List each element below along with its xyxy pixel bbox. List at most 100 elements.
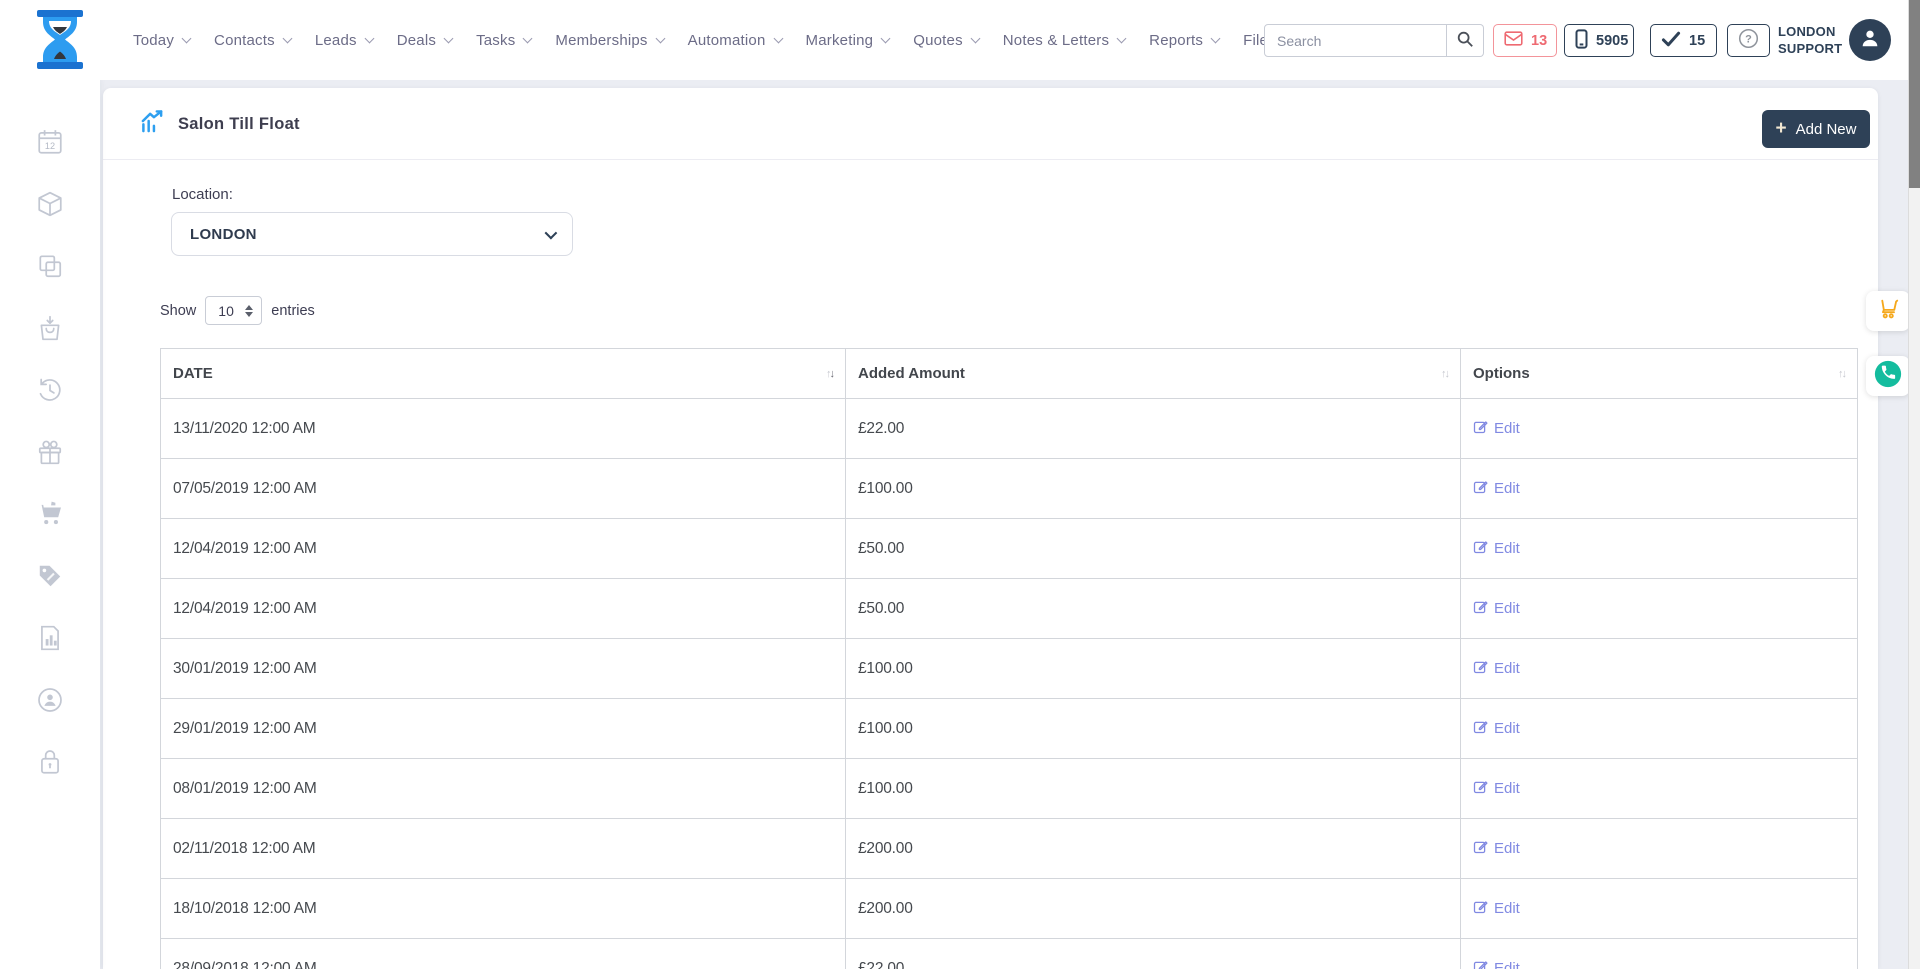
tasks-badge[interactable]: 15 [1650,24,1717,57]
stepper-arrows-icon [245,305,253,317]
nav-item-notes-letters[interactable]: Notes & Letters [1003,32,1125,49]
row-date: 13/11/2020 12:00 AM [161,399,846,459]
nav-item-label: Reports [1149,32,1203,49]
sidebar-item-account[interactable] [36,686,64,714]
chevron-down-icon [773,33,783,43]
chart-trending-up-icon [140,110,165,138]
nav-item-label: Deals [397,32,436,49]
tasks-count: 15 [1689,33,1705,49]
app-logo-hourglass-icon[interactable] [33,9,87,70]
calls-badge[interactable]: 5905 [1564,24,1634,57]
edit-pencil-icon [1473,659,1488,678]
column-header-label: Options [1473,365,1530,382]
edit-button[interactable]: Edit [1473,959,1520,969]
chevron-down-icon [1117,33,1127,43]
row-amount: £22.00 [846,939,1461,969]
edit-button[interactable]: Edit [1473,479,1520,498]
row-date: 30/01/2019 12:00 AM [161,639,846,699]
edit-link-label: Edit [1494,900,1520,917]
floating-phone-button[interactable] [1866,356,1910,396]
sidebar-item-history[interactable] [36,376,64,404]
nav-item-marketing[interactable]: Marketing [806,32,890,49]
column-header-options[interactable]: Options ↑↓ [1461,349,1858,399]
salon-till-float-card: Salon Till Float + Add New Location: LON… [103,88,1878,969]
chevron-down-icon [364,33,374,43]
till-float-table: DATE ↑↓ Added Amount ↑↓ Options ↑↓ 13/11… [160,348,1858,969]
edit-button[interactable]: Edit [1473,899,1520,918]
nav-item-label: Automation [688,32,766,49]
nav-item-label: Marketing [806,32,874,49]
page-scrollbar[interactable] [1908,0,1920,969]
row-date: 28/09/2018 12:00 AM [161,939,846,969]
question-icon: ? [1738,28,1759,53]
row-amount: £100.00 [846,759,1461,819]
column-header-added-amount[interactable]: Added Amount ↑↓ [846,349,1461,399]
edit-button[interactable]: Edit [1473,419,1520,438]
row-amount: £50.00 [846,579,1461,639]
nav-item-deals[interactable]: Deals [397,32,452,49]
edit-pencil-icon [1473,779,1488,798]
chevron-down-icon [282,33,292,43]
row-amount: £200.00 [846,819,1461,879]
nav-item-leads[interactable]: Leads [315,32,373,49]
row-amount: £100.00 [846,459,1461,519]
row-date: 02/11/2018 12:00 AM [161,819,846,879]
nav-item-reports[interactable]: Reports [1149,32,1219,49]
location-select[interactable]: LONDON [171,212,573,256]
nav-item-quotes[interactable]: Quotes [913,32,979,49]
floating-cart-button[interactable] [1866,291,1910,331]
edit-button[interactable]: Edit [1473,659,1520,678]
chevron-down-icon [1211,33,1221,43]
search-button[interactable] [1447,24,1484,57]
search-input[interactable] [1264,24,1447,57]
nav-item-label: Notes & Letters [1003,32,1109,49]
edit-link-label: Edit [1494,600,1520,617]
nav-item-label: Today [133,32,174,49]
edit-button[interactable]: Edit [1473,779,1520,798]
sort-icon: ↑↓ [1838,368,1845,380]
nav-item-contacts[interactable]: Contacts [214,32,291,49]
edit-pencil-icon [1473,539,1488,558]
sidebar-item-pricing[interactable] [36,562,64,590]
sidebar-item-products[interactable] [36,190,64,218]
sidebar-item-cart[interactable] [36,500,64,528]
sidebar-item-purchase-receive[interactable] [36,314,64,342]
scrollbar-thumb[interactable] [1909,0,1920,188]
page-size-select[interactable]: 10 [205,296,262,325]
edit-button[interactable]: Edit [1473,599,1520,618]
column-header-date[interactable]: DATE ↑↓ [161,349,846,399]
messages-badge[interactable]: 13 [1493,24,1557,57]
nav-item-label: Memberships [555,32,647,49]
nav-item-tasks[interactable]: Tasks [476,32,531,49]
edit-link-label: Edit [1494,840,1520,857]
sidebar-item-security[interactable] [36,748,64,776]
sidebar-item-reports[interactable] [36,624,64,652]
sidebar-item-gift-cards[interactable] [36,438,64,466]
table-row: 18/10/2018 12:00 AM £200.00 Edit [161,879,1858,939]
chevron-down-icon [545,226,558,239]
nav-item-automation[interactable]: Automation [688,32,782,49]
table-row: 12/04/2019 12:00 AM £50.00 Edit [161,579,1858,639]
edit-button[interactable]: Edit [1473,719,1520,738]
left-sidebar: 12 [0,80,100,969]
row-date: 18/10/2018 12:00 AM [161,879,846,939]
sidebar-item-calendar[interactable]: 12 [36,128,64,156]
edit-button[interactable]: Edit [1473,539,1520,558]
help-button[interactable]: ? [1727,24,1770,57]
user-avatar[interactable] [1849,19,1891,61]
edit-link-label: Edit [1494,540,1520,557]
mobile-phone-icon [1575,29,1588,53]
chevron-down-icon [881,33,891,43]
add-new-button[interactable]: + Add New [1762,110,1870,148]
nav-item-memberships[interactable]: Memberships [555,32,663,49]
sidebar-item-duplicates[interactable] [36,252,64,280]
row-date: 29/01/2019 12:00 AM [161,699,846,759]
nav-item-today[interactable]: Today [133,32,190,49]
main-nav: Today Contacts Leads Deals Tasks Memberships A… [133,0,1276,80]
edit-link-label: Edit [1494,420,1520,437]
page-size-value: 10 [218,303,234,319]
edit-button[interactable]: Edit [1473,839,1520,858]
row-amount: £50.00 [846,519,1461,579]
chevron-down-icon [182,33,192,43]
card-header: Salon Till Float + Add New [103,88,1878,160]
